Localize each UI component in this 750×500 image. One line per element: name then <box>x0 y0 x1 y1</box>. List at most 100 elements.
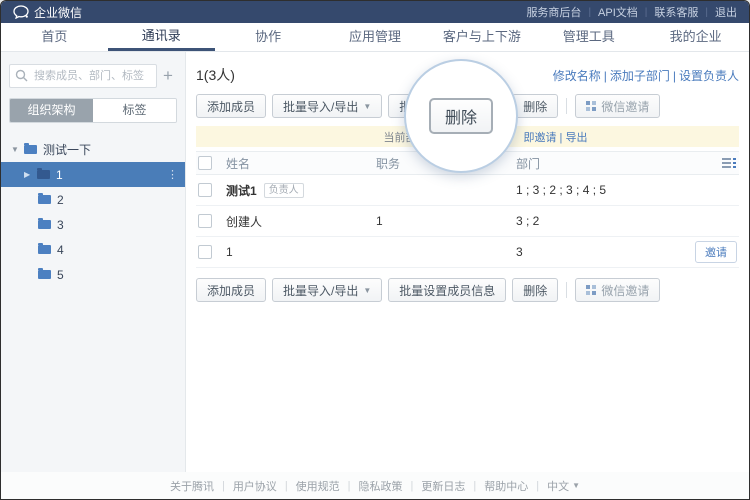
tab-app-management[interactable]: 应用管理 <box>322 23 429 51</box>
tree-node-label: 测试一下 <box>43 141 91 158</box>
sidebar: + 组织架构 标签 ▼ 测试一下 ▶ 1 ⋮ <box>1 52 186 472</box>
leader-badge: 负责人 <box>264 183 304 198</box>
column-settings-icon[interactable] <box>722 157 737 169</box>
divider: | <box>673 69 676 83</box>
main-nav: 首页 通讯录 协作 应用管理 客户与上下游 管理工具 我的企业 <box>1 23 749 52</box>
sidebar-tabs: 组织架构 标签 <box>9 98 177 123</box>
invite-button[interactable]: 邀请 <box>695 241 737 263</box>
invite-export-links[interactable]: 即邀请 | 导出 <box>524 129 588 145</box>
tab-management-tools[interactable]: 管理工具 <box>535 23 642 51</box>
tree-node-label: 2 <box>57 193 64 207</box>
add-department-button[interactable]: + <box>157 64 179 88</box>
wechat-invite-icon <box>586 101 597 112</box>
footer: 关于腾讯| 用户协议| 使用规范| 隐私政策| 更新日志| 帮助中心| 中文 ▼ <box>1 472 749 499</box>
table-row[interactable]: 测试1 负责人 1 ; 3 ; 2 ; 3 ; 4 ; 5 <box>196 175 739 206</box>
member-title: 1 <box>376 214 516 228</box>
tree-node-1[interactable]: ▶ 1 ⋮ <box>1 162 185 187</box>
tree-node-label: 5 <box>57 268 64 282</box>
member-name: 1 <box>226 245 233 259</box>
divider <box>566 282 567 298</box>
tab-labels[interactable]: 标签 <box>93 99 176 122</box>
wechat-invite-button[interactable]: 微信邀请 <box>575 94 660 118</box>
folder-icon <box>38 270 51 279</box>
toolbar-bottom: 添加成员 批量导入/导出▼ 批量设置成员信息 删除 微信邀请 <box>196 278 739 302</box>
tree-node-3[interactable]: 3 <box>1 212 185 237</box>
member-name: 创建人 <box>226 213 262 230</box>
tree-node-label: 4 <box>57 243 64 257</box>
tab-my-company[interactable]: 我的企业 <box>642 23 749 51</box>
divider: | <box>536 480 539 492</box>
chevron-down-icon: ▼ <box>363 286 371 295</box>
divider: | <box>604 69 607 83</box>
member-departments: 3 ; 2 <box>516 214 675 228</box>
divider: | <box>645 7 648 18</box>
topbar-link-api-docs[interactable]: API文档 <box>598 4 638 20</box>
footer-link-privacy-policy[interactable]: 隐私政策 <box>359 478 403 494</box>
wechat-invite-button[interactable]: 微信邀请 <box>575 278 660 302</box>
column-header-name: 姓名 <box>226 155 376 172</box>
add-member-button[interactable]: 添加成员 <box>196 278 266 302</box>
tree-node-5[interactable]: 5 <box>1 262 185 287</box>
footer-link-help-center[interactable]: 帮助中心 <box>484 478 528 494</box>
select-all-checkbox[interactable] <box>198 156 212 170</box>
more-options-icon[interactable]: ⋮ <box>167 168 178 181</box>
row-checkbox[interactable] <box>198 245 212 259</box>
topbar-link-logout[interactable]: 退出 <box>715 4 737 20</box>
org-tree: ▼ 测试一下 ▶ 1 ⋮ 2 3 <box>1 137 185 287</box>
tab-home[interactable]: 首页 <box>1 23 108 51</box>
tree-node-4[interactable]: 4 <box>1 237 185 262</box>
divider: | <box>222 480 225 492</box>
brand: 企业微信 <box>13 4 82 21</box>
batch-import-export-button[interactable]: 批量导入/导出▼ <box>272 94 382 118</box>
tab-collaboration[interactable]: 协作 <box>215 23 322 51</box>
add-subdepartment-link[interactable]: 添加子部门 <box>610 69 670 83</box>
batch-set-info-button[interactable]: 批量设置成员信息 <box>388 278 506 302</box>
folder-icon <box>24 145 37 154</box>
content-panel: 1(3人) 修改名称|添加子部门|设置负责人 添加成员 批量导入/导出▼ 批量设… <box>186 52 749 472</box>
topbar-link-service-provider[interactable]: 服务商后台 <box>526 4 581 20</box>
table-row[interactable]: 创建人 1 3 ; 2 <box>196 206 739 237</box>
set-leader-link[interactable]: 设置负责人 <box>679 69 739 83</box>
tab-customers[interactable]: 客户与上下游 <box>428 23 535 51</box>
footer-link-changelog[interactable]: 更新日志 <box>421 478 465 494</box>
caret-right-icon: ▶ <box>24 170 34 179</box>
divider <box>566 98 567 114</box>
app-title: 企业微信 <box>34 4 82 21</box>
tree-node-2[interactable]: 2 <box>1 187 185 212</box>
divider: | <box>411 480 414 492</box>
footer-link-about[interactable]: 关于腾讯 <box>170 478 214 494</box>
footer-link-user-agreement[interactable]: 用户协议 <box>233 478 277 494</box>
footer-link-usage-rules[interactable]: 使用规范 <box>296 478 340 494</box>
delete-button-magnified[interactable]: 删除 <box>429 98 493 134</box>
tree-node-label: 1 <box>56 168 63 182</box>
chevron-down-icon: ▼ <box>572 481 580 490</box>
chevron-down-icon: ▼ <box>363 102 371 111</box>
row-checkbox[interactable] <box>198 183 212 197</box>
tab-contacts[interactable]: 通讯录 <box>108 23 215 51</box>
app-window: 企业微信 服务商后台 | API文档 | 联系客服 | 退出 首页 通讯录 协作… <box>0 0 750 500</box>
tree-node-root[interactable]: ▼ 测试一下 <box>1 137 185 162</box>
topbar-link-contact-support[interactable]: 联系客服 <box>654 4 698 20</box>
wechat-work-logo-icon <box>13 5 29 19</box>
delete-button[interactable]: 删除 <box>512 278 558 302</box>
table-row[interactable]: 1 3 邀请 <box>196 237 739 268</box>
wechat-invite-icon <box>586 285 597 296</box>
language-selector[interactable]: 中文 ▼ <box>547 478 580 494</box>
modify-name-link[interactable]: 修改名称 <box>553 69 601 83</box>
divider: | <box>705 7 708 18</box>
search-input[interactable] <box>9 64 157 88</box>
divider: | <box>285 480 288 492</box>
divider: | <box>348 480 351 492</box>
member-name: 测试1 <box>226 182 257 199</box>
department-title: 1(3人) <box>196 65 235 85</box>
divider: | <box>588 7 591 18</box>
batch-import-export-button[interactable]: 批量导入/导出▼ <box>272 278 382 302</box>
row-checkbox[interactable] <box>198 214 212 228</box>
add-member-button[interactable]: 添加成员 <box>196 94 266 118</box>
folder-icon <box>38 220 51 229</box>
tree-node-label: 3 <box>57 218 64 232</box>
folder-icon <box>38 195 51 204</box>
magnifier-lens: 删除 <box>404 59 518 173</box>
tab-org-structure[interactable]: 组织架构 <box>10 99 93 122</box>
delete-button[interactable]: 删除 <box>512 94 558 118</box>
